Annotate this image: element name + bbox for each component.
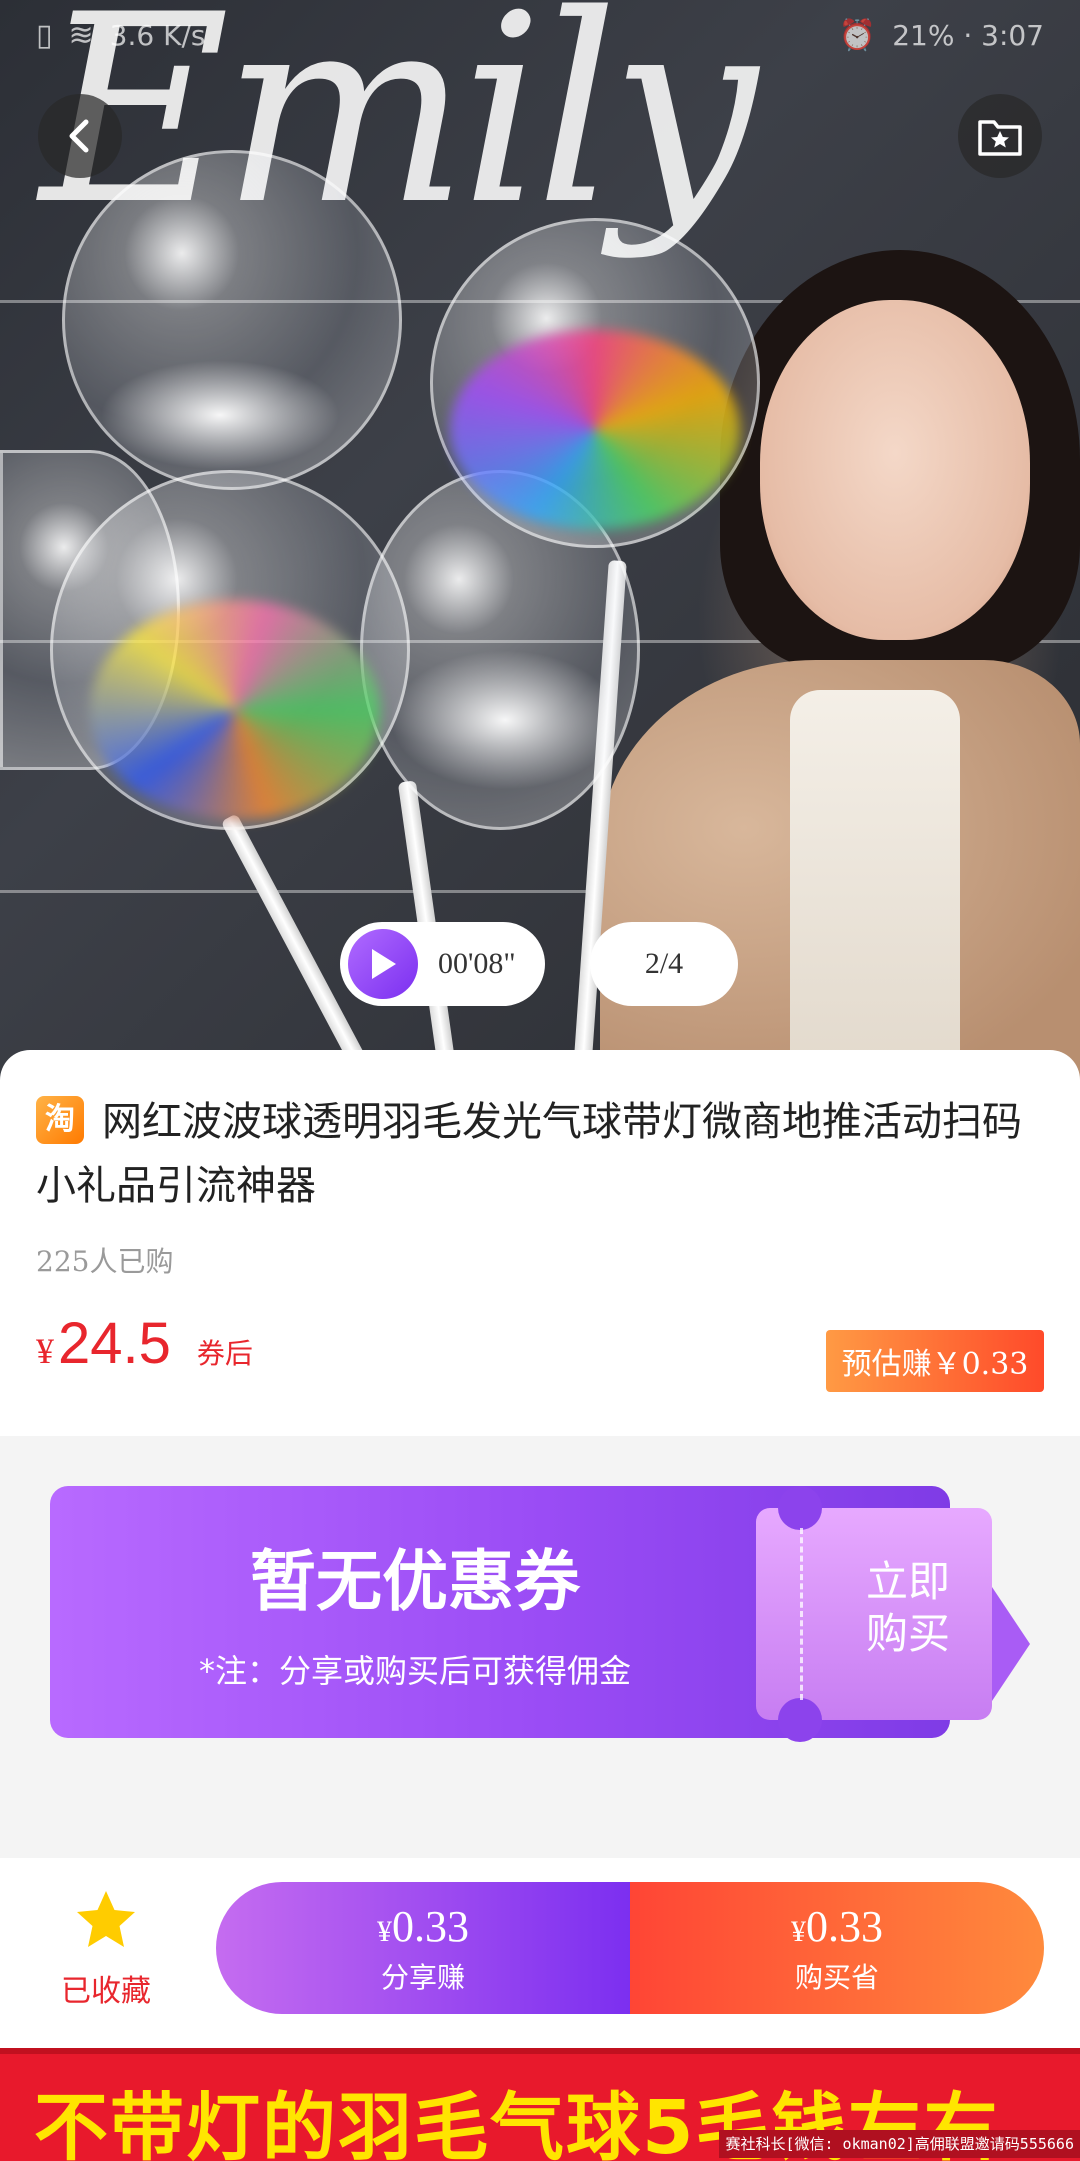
back-button[interactable] (38, 94, 122, 178)
taobao-icon: 淘 (36, 1096, 84, 1144)
wifi-icon: ≋ (68, 17, 94, 53)
image-page-indicator: 2/4 (590, 922, 738, 1006)
white-feathers (100, 360, 340, 470)
ticket-notch (778, 1486, 822, 1530)
buy-currency: ¥ (791, 1914, 806, 1948)
price-currency: ¥ (36, 1331, 54, 1371)
status-bar: ▯ ≋ 3.6 K/s ⏰ 21% · 3:07 (0, 0, 1080, 70)
coupon-arrow-decoration (990, 1584, 1030, 1704)
network-speed: 3.6 K/s (109, 18, 206, 52)
coupon-title: 暂无优惠券 (250, 1543, 580, 1620)
price-amount: 24.5 (58, 1311, 171, 1376)
buy-now-button[interactable]: 立即购买 (756, 1486, 992, 1742)
product-title: 淘网红波波球透明羽毛发光气球带灯微商地推活动扫码小礼品引流神器 (36, 1090, 1046, 1218)
share-buy-split-button: ¥0.33 分享赚 ¥0.33 购买省 (216, 1882, 1044, 2014)
product-image[interactable]: Emily (0, 0, 1080, 1080)
favorite-button[interactable]: 已收藏 (36, 1888, 176, 2010)
share-earn-button[interactable]: ¥0.33 分享赚 (216, 1882, 630, 2014)
estimated-earn-badge: 预估赚￥0.33 (826, 1330, 1044, 1392)
bottom-action-bar: 已收藏 ¥0.33 分享赚 ¥0.33 购买省 (0, 1858, 1080, 2048)
model-face (760, 300, 1030, 640)
notification-icon: ▯ (36, 17, 53, 53)
model-sweater (790, 690, 960, 1080)
star-folder-icon (978, 120, 1022, 156)
video-duration: 00'08" (438, 947, 516, 980)
play-icon (348, 929, 418, 999)
battery-time: 21% · 3:07 (892, 18, 1044, 52)
star-icon (77, 1891, 135, 1947)
sold-count: 225人已购 (36, 1245, 174, 1278)
buy-save-value: ¥0.33 (791, 1901, 883, 1952)
share-currency: ¥ (377, 1914, 392, 1948)
rainbow-feathers (90, 600, 380, 820)
price-row: ¥ 24.5 券后 (36, 1310, 253, 1377)
product-title-text: 网红波波球透明羽毛发光气球带灯微商地推活动扫码小礼品引流神器 (36, 1099, 1022, 1209)
add-favorite-folder-button[interactable] (958, 94, 1042, 178)
ticket-notch (778, 1698, 822, 1742)
buy-save-label: 购买省 (794, 1960, 879, 1994)
alarm-icon: ⏰ (838, 17, 877, 53)
share-earn-value: ¥0.33 (377, 1901, 469, 1952)
page-indicator-text: 2/4 (644, 947, 684, 980)
coupon-note: *注：分享或购买后可获得佣金 (198, 1652, 631, 1690)
video-play-pill[interactable]: 00'08" (340, 922, 545, 1006)
price-after-coupon-label: 券后 (196, 1337, 253, 1370)
share-earn-label: 分享赚 (380, 1960, 465, 1994)
rainbow-feathers (450, 330, 740, 530)
buy-now-label: 立即购买 (865, 1557, 950, 1658)
favorite-label: 已收藏 (61, 1974, 151, 2009)
share-amount: 0.33 (392, 1901, 469, 1951)
coupon-section: 暂无优惠券 *注：分享或购买后可获得佣金 立即购买 (0, 1436, 1080, 1832)
buy-save-button[interactable]: ¥0.33 购买省 (630, 1882, 1044, 2014)
buy-amount: 0.33 (806, 1901, 883, 1951)
ticket-perforation (800, 1528, 803, 1700)
product-info-card: 淘网红波波球透明羽毛发光气球带灯微商地推活动扫码小礼品引流神器 225人已购 ¥… (0, 1050, 1080, 1436)
white-feathers (390, 650, 620, 790)
chevron-left-icon (69, 119, 89, 153)
watermark: 赛社科长[微信: okman02]高佣联盟邀请码555666 (719, 2130, 1080, 2158)
